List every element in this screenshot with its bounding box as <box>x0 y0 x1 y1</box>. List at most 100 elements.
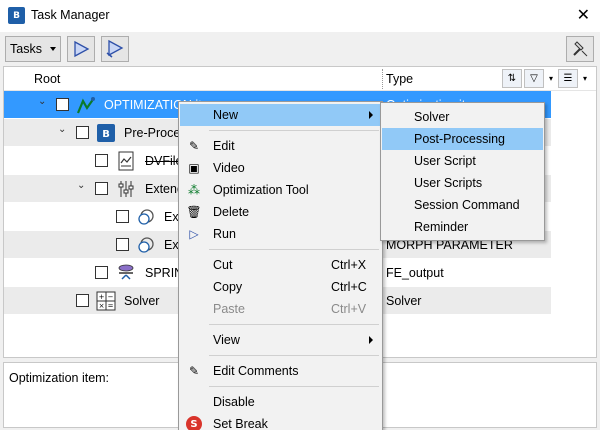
menu-item-cut[interactable]: Cut Ctrl+X <box>180 254 381 276</box>
hammer-icon <box>573 41 588 57</box>
row-checkbox[interactable] <box>116 210 129 223</box>
row-checkbox[interactable] <box>76 126 89 139</box>
morph-parameter-icon <box>138 209 154 225</box>
columns-dropdown-icon[interactable]: ▾ <box>580 69 590 88</box>
menu-item-view[interactable]: View <box>180 329 381 351</box>
svg-text:=: = <box>108 302 114 310</box>
chevron-down-icon[interactable]: ⌄ <box>77 180 85 191</box>
menu-item-delete[interactable]: 🗑 Delete <box>180 201 381 223</box>
pencil-icon: ✎ <box>188 364 200 378</box>
sort-icon[interactable]: ⇅ <box>502 69 522 88</box>
submenu-item-reminder[interactable]: Reminder <box>382 216 543 238</box>
svg-text:B: B <box>102 129 110 140</box>
menu-divider <box>209 249 379 250</box>
tree-item-type: FE_output <box>386 266 444 280</box>
menu-item-video[interactable]: ▣ Video <box>180 157 381 179</box>
chevron-down-icon[interactable]: ⌄ <box>58 124 66 135</box>
tree-header: Root Type ⇅ ▽ ▾ ☰ ▾ <box>4 67 596 91</box>
preprocessing-logo-icon: B <box>97 124 115 142</box>
submenu-label: User Script <box>414 154 476 168</box>
menu-label: Copy <box>213 280 243 294</box>
menu-item-set-break[interactable]: S Set Break <box>180 413 381 430</box>
stop-icon: S <box>186 416 202 430</box>
title-bar: B Task Manager ✕ <box>0 0 600 32</box>
submenu-item-solver[interactable]: Solver <box>382 106 543 128</box>
tools-button[interactable] <box>566 36 594 62</box>
menu-item-optimization-tool[interactable]: ⁂ Optimization Tool <box>180 179 381 201</box>
morph-parameter-icon <box>138 237 154 253</box>
tasks-label: Tasks <box>10 42 42 56</box>
menu-label: Optimization Tool <box>213 183 309 197</box>
menu-divider <box>209 355 379 356</box>
menu-item-run[interactable]: ▷ Run <box>180 223 381 245</box>
menu-label: Edit <box>213 139 235 153</box>
svg-text:+: + <box>99 293 105 301</box>
menu-item-paste: Paste Ctrl+V <box>180 298 381 320</box>
menu-label: Video <box>213 161 245 175</box>
submenu-item-session-command[interactable]: Session Command <box>382 194 543 216</box>
row-checkbox[interactable] <box>56 98 69 111</box>
submenu-label: Solver <box>414 110 450 124</box>
menu-label: Edit Comments <box>213 364 299 378</box>
play-from-icon <box>106 39 124 58</box>
optimization-icon <box>76 97 95 114</box>
filter-icon[interactable]: ▽ <box>524 69 544 88</box>
close-icon[interactable]: ✕ <box>577 5 590 24</box>
shortcut-label: Ctrl+V <box>331 302 367 316</box>
context-menu: New ✎ Edit ▣ Video ⁂ Optimization Tool 🗑… <box>178 101 383 430</box>
submenu-item-post-processing[interactable]: Post-Processing <box>382 128 543 150</box>
shortcut-label: Ctrl+X <box>331 258 367 272</box>
menu-divider <box>209 324 379 325</box>
run-from-button[interactable] <box>101 36 129 62</box>
menu-item-new[interactable]: New <box>180 104 381 126</box>
menu-label: Paste <box>213 302 245 316</box>
menu-divider <box>209 386 379 387</box>
calculator-icon: + −× = <box>96 291 116 311</box>
fe-output-icon <box>118 264 134 280</box>
submenu-label: Reminder <box>414 220 469 234</box>
tasks-dropdown-button[interactable]: Tasks <box>5 36 61 62</box>
menu-item-edit-comments[interactable]: ✎ Edit Comments <box>180 360 381 382</box>
chevron-down-icon <box>49 47 56 51</box>
row-checkbox[interactable] <box>95 266 108 279</box>
row-checkbox[interactable] <box>95 154 108 167</box>
sliders-icon <box>118 181 134 197</box>
film-icon: ▣ <box>188 161 200 175</box>
tree-item-label: Ex <box>164 210 179 224</box>
columns-icon[interactable]: ☰ <box>558 69 578 88</box>
menu-label: Disable <box>213 395 255 409</box>
column-divider[interactable] <box>382 69 383 89</box>
tree-item-label: Solver <box>124 294 160 308</box>
submenu-item-user-scripts[interactable]: User Scripts <box>382 172 543 194</box>
menu-divider <box>209 130 379 131</box>
app-logo-icon: B <box>8 7 25 24</box>
submenu-label: User Scripts <box>414 176 483 190</box>
optimization-tool-icon: ⁂ <box>188 183 200 197</box>
menu-label: Set Break <box>213 417 268 430</box>
row-checkbox[interactable] <box>95 182 108 195</box>
new-submenu: Solver Post-Processing User Script User … <box>380 102 545 241</box>
menu-item-copy[interactable]: Copy Ctrl+C <box>180 276 381 298</box>
menu-label: New <box>213 108 239 122</box>
description-text: Optimization item: <box>9 371 110 385</box>
chevron-down-icon[interactable]: ⌄ <box>38 96 46 107</box>
trash-icon: 🗑 <box>186 205 202 219</box>
tree-item-label: DVFile <box>145 154 183 168</box>
menu-item-edit[interactable]: ✎ Edit <box>180 135 381 157</box>
row-checkbox[interactable] <box>116 238 129 251</box>
play-icon <box>74 40 90 58</box>
column-root[interactable]: Root <box>34 72 60 86</box>
submenu-label: Session Command <box>414 198 520 212</box>
svg-text:×: × <box>99 302 105 310</box>
run-button[interactable] <box>67 36 95 62</box>
menu-label: Delete <box>213 205 250 219</box>
pencil-icon: ✎ <box>188 139 200 153</box>
row-checkbox[interactable] <box>76 294 89 307</box>
column-type[interactable]: Type <box>386 72 413 86</box>
submenu-arrow-icon <box>369 111 373 119</box>
document-chart-icon <box>118 151 134 171</box>
submenu-arrow-icon <box>369 336 373 344</box>
filter-dropdown-icon[interactable]: ▾ <box>546 69 556 88</box>
menu-item-disable[interactable]: Disable <box>180 391 381 413</box>
submenu-item-user-script[interactable]: User Script <box>382 150 543 172</box>
